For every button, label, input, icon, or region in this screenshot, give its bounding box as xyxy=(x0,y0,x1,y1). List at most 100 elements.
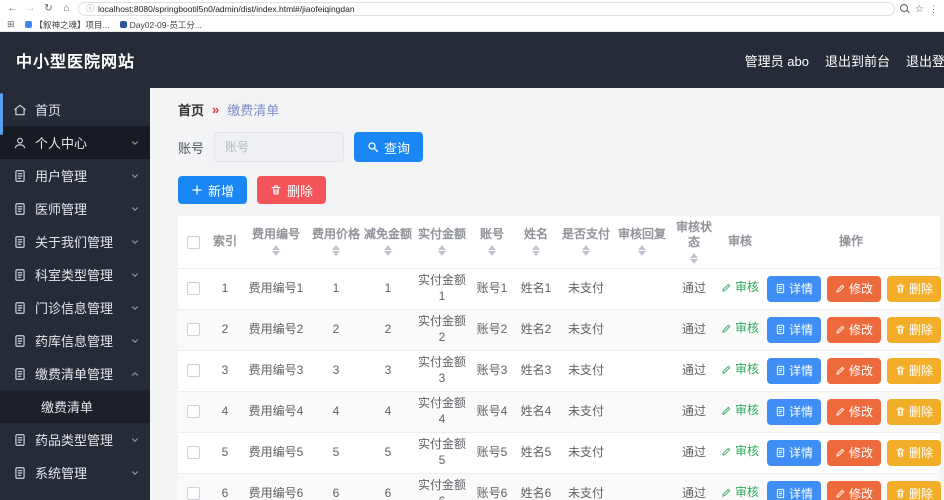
review-link[interactable]: 审核 xyxy=(721,280,759,296)
plus-icon xyxy=(191,184,203,196)
refresh-icon[interactable]: ↻ xyxy=(42,4,55,14)
cell-review_status: 通过 xyxy=(670,268,718,310)
browser-home-icon[interactable]: ⌂ xyxy=(60,4,73,14)
sidebar-subitem-payment-list[interactable]: 缴费清单 xyxy=(0,390,150,423)
url-bar[interactable]: ⓘ localhost:8080/springbootil5n0/admin/d… xyxy=(78,2,896,16)
column-header-pay_status[interactable]: 是否支付 xyxy=(558,216,614,269)
bookmark-star-icon[interactable]: ☆ xyxy=(915,4,924,15)
cell-discount: 4 xyxy=(362,391,414,433)
sort-icon[interactable] xyxy=(437,245,446,257)
select-all-checkbox[interactable] xyxy=(178,216,208,269)
sidebar-item-payment-list-management[interactable]: 缴费清单管理 xyxy=(0,357,150,390)
cell-actions: 详情 修改 删除 xyxy=(762,309,942,351)
row-checkbox[interactable] xyxy=(186,282,200,296)
row-delete-button[interactable]: 删除 xyxy=(887,316,942,343)
sidebar-item-user-management[interactable]: 用户管理 xyxy=(0,159,150,192)
forward-icon[interactable]: → xyxy=(24,4,37,14)
chevron-down-icon xyxy=(130,303,140,313)
sidebar-item-department-type-management[interactable]: 科室类型管理 xyxy=(0,258,150,291)
column-header-price[interactable]: 费用价格 xyxy=(310,216,362,269)
sort-icon[interactable] xyxy=(637,245,646,257)
row-checkbox[interactable] xyxy=(186,405,200,419)
doc-icon xyxy=(13,268,27,282)
column-header-discount[interactable]: 减免金额 xyxy=(362,216,414,269)
sort-icon[interactable] xyxy=(332,245,340,257)
review-link[interactable]: 审核 xyxy=(721,321,759,337)
column-header-label: 账号 xyxy=(479,227,504,242)
add-button[interactable]: 新增 xyxy=(178,176,248,204)
sidebar-item-personal-center[interactable]: 个人中心 xyxy=(0,126,150,159)
sidebar-item-home[interactable]: 首页 xyxy=(0,93,150,126)
row-detail-button[interactable]: 详情 xyxy=(767,439,822,466)
row-edit-button[interactable]: 修改 xyxy=(827,275,882,302)
review-link[interactable]: 审核 xyxy=(721,485,759,500)
row-delete-button[interactable]: 删除 xyxy=(887,357,942,384)
row-checkbox[interactable] xyxy=(186,446,200,460)
cell-name: 姓名2 xyxy=(514,309,558,351)
row-edit-button[interactable]: 修改 xyxy=(827,398,882,425)
row-edit-button[interactable]: 修改 xyxy=(827,357,882,384)
sidebar-scrollbar-thumb[interactable] xyxy=(0,93,3,135)
cell-index: 5 xyxy=(208,432,242,474)
review-link[interactable]: 审核 xyxy=(721,362,759,378)
cell-review_reply xyxy=(614,473,670,500)
sort-icon[interactable] xyxy=(384,245,392,257)
sort-icon[interactable] xyxy=(690,252,698,264)
cell-pay_status: 未支付 xyxy=(558,350,614,392)
sidebar-item-pharmacy-info-management[interactable]: 药库信息管理 xyxy=(0,324,150,357)
row-detail-button[interactable]: 详情 xyxy=(767,275,822,302)
sidebar-item-system-management[interactable]: 系统管理 xyxy=(0,456,150,489)
delete-button[interactable]: 删除 xyxy=(257,176,327,204)
exit-to-front-button[interactable]: 退出到前台 xyxy=(825,51,890,70)
row-detail-button[interactable]: 详情 xyxy=(767,316,822,343)
column-header-review_reply[interactable]: 审核回复 xyxy=(614,216,670,269)
query-button[interactable]: 查询 xyxy=(354,132,424,162)
cell-review_reply xyxy=(614,309,670,351)
column-header-paid[interactable]: 实付金额 xyxy=(414,216,470,269)
row-delete-button[interactable]: 删除 xyxy=(887,275,942,302)
cell-discount: 2 xyxy=(362,309,414,351)
row-edit-button[interactable]: 修改 xyxy=(827,439,882,466)
logout-button[interactable]: 退出登录 xyxy=(906,51,944,70)
sidebar-item-doctor-management[interactable]: 医师管理 xyxy=(0,192,150,225)
browser-menu-icon[interactable]: ⋮ xyxy=(929,4,938,15)
bookmark-item[interactable]: 【叙神之魂】项目... xyxy=(24,19,110,31)
row-detail-button[interactable]: 详情 xyxy=(767,398,822,425)
row-detail-button[interactable]: 详情 xyxy=(767,480,822,500)
apps-grid-icon[interactable]: ⊞ xyxy=(7,20,15,29)
zoom-in-icon[interactable] xyxy=(900,4,910,14)
cell-paid: 实付金额6 xyxy=(414,473,470,500)
review-link[interactable]: 审核 xyxy=(721,444,759,460)
sidebar-item-drug-type-management[interactable]: 药品类型管理 xyxy=(0,423,150,456)
page-info-icon[interactable]: ⓘ xyxy=(86,5,94,13)
row-checkbox[interactable] xyxy=(186,364,200,378)
sidebar-item-outpatient-info-management[interactable]: 门诊信息管理 xyxy=(0,291,150,324)
row-delete-button[interactable]: 删除 xyxy=(887,439,942,466)
sort-icon[interactable] xyxy=(271,245,280,257)
column-header-label: 审核回复 xyxy=(617,227,666,242)
column-header-name[interactable]: 姓名 xyxy=(514,216,558,269)
review-link[interactable]: 审核 xyxy=(721,403,759,419)
sort-icon[interactable] xyxy=(581,245,590,257)
sort-icon[interactable] xyxy=(487,245,496,257)
row-checkbox[interactable] xyxy=(186,487,200,500)
breadcrumb-home[interactable]: 首页 xyxy=(178,100,204,119)
column-header-fee_no[interactable]: 费用编号 xyxy=(242,216,310,269)
sidebar-item-about-us-management[interactable]: 关于我们管理 xyxy=(0,225,150,258)
back-icon[interactable]: ← xyxy=(6,4,19,14)
cell-index: 6 xyxy=(208,473,242,500)
row-checkbox[interactable] xyxy=(186,323,200,337)
column-header-account[interactable]: 账号 xyxy=(470,216,514,269)
app-title: 中小型医院网站 xyxy=(16,54,136,71)
cell-pay_status: 未支付 xyxy=(558,391,614,433)
row-delete-button[interactable]: 删除 xyxy=(887,480,942,500)
bookmark-item[interactable]: Day02-09-员工分... xyxy=(119,19,202,31)
account-input[interactable] xyxy=(214,132,345,162)
row-edit-button[interactable]: 修改 xyxy=(827,316,882,343)
row-detail-button[interactable]: 详情 xyxy=(767,357,822,384)
cell-pay_status: 未支付 xyxy=(558,309,614,351)
row-delete-button[interactable]: 删除 xyxy=(887,398,942,425)
column-header-review_status[interactable]: 审核状态 xyxy=(670,216,718,269)
row-edit-button[interactable]: 修改 xyxy=(827,480,882,500)
sort-icon[interactable] xyxy=(531,245,540,257)
